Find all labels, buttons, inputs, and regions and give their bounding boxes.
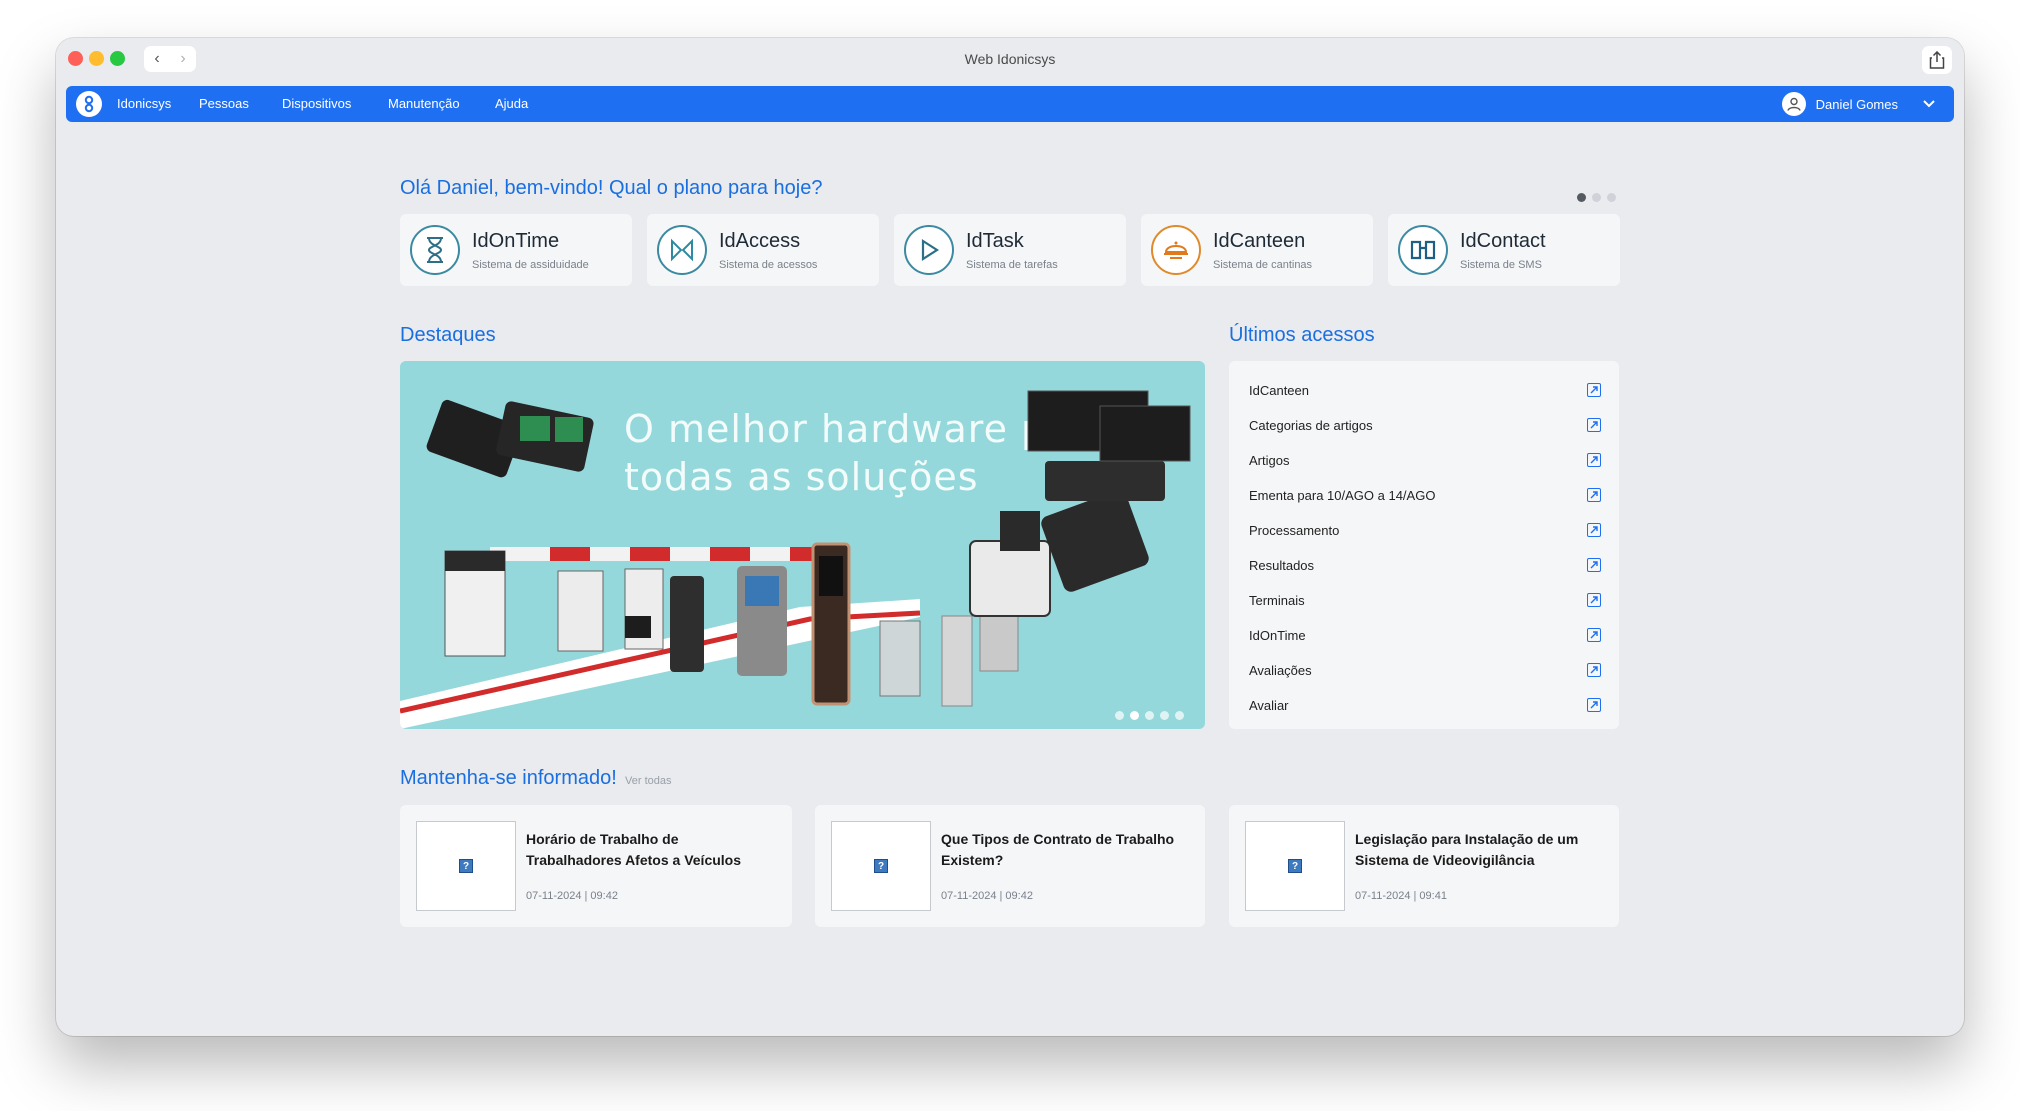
recent-item-label: Resultados <box>1249 557 1315 573</box>
user-avatar-icon <box>1781 92 1806 116</box>
news-thumbnail: ? <box>416 821 516 911</box>
hourglass-icon <box>410 225 460 275</box>
nav-item-ajuda[interactable]: Ajuda <box>495 96 528 111</box>
access-icon <box>657 225 707 275</box>
recent-access-heading: Últimos acessos <box>1229 324 1375 346</box>
app-name: IdOnTime <box>472 230 560 252</box>
news-title: Que Tipos de Contrato de Trabalho Existe… <box>941 831 1175 868</box>
app-subtitle: Sistema de SMS <box>1460 259 1542 271</box>
external-link-icon[interactable] <box>1587 453 1601 467</box>
highlights-banner[interactable]: O melhor hardware para todas as soluções <box>400 361 1205 729</box>
broken-image-icon: ? <box>1288 859 1302 873</box>
recent-item-label: Avaliações <box>1249 662 1312 678</box>
carousel-dot[interactable] <box>1160 711 1169 720</box>
news-thumbnail: ? <box>831 821 931 911</box>
nav-item-manutencao[interactable]: Manutenção <box>388 96 460 111</box>
external-link-icon[interactable] <box>1587 523 1601 537</box>
recent-item-label: IdCanteen <box>1249 382 1309 398</box>
news-date: 07-11-2024 | 09:42 <box>941 890 1033 902</box>
browser-window: ‹ › Web Idonicsys Idonicsys Pessoas Disp… <box>56 38 1964 1036</box>
recent-item[interactable]: Avaliações <box>1249 656 1601 684</box>
external-link-icon[interactable] <box>1587 558 1601 572</box>
news-date: 07-11-2024 | 09:42 <box>526 890 618 902</box>
user-menu[interactable]: Daniel Gomes <box>1781 91 1936 117</box>
title-bar: ‹ › Web Idonicsys <box>56 38 1964 84</box>
recent-item-label: IdOnTime <box>1249 627 1306 643</box>
recent-item[interactable]: IdCanteen <box>1249 376 1601 404</box>
recent-access-list: IdCanteen Categorias de artigos Artigos … <box>1229 361 1619 729</box>
app-card-idaccess[interactable]: IdAccess Sistema de acessos <box>647 214 879 286</box>
nav-item-pessoas[interactable]: Pessoas <box>199 96 249 111</box>
share-icon[interactable] <box>1922 46 1952 74</box>
highlights-heading: Destaques <box>400 324 496 346</box>
chevron-down-icon[interactable] <box>1922 99 1936 109</box>
carousel-dot[interactable] <box>1130 711 1139 720</box>
carousel-dot[interactable] <box>1145 711 1154 720</box>
external-link-icon[interactable] <box>1587 418 1601 432</box>
carousel-dot[interactable] <box>1592 193 1601 202</box>
app-card-idcontact[interactable]: IdContact Sistema de SMS <box>1388 214 1620 286</box>
carousel-dot[interactable] <box>1175 711 1184 720</box>
app-card-idcanteen[interactable]: IdCanteen Sistema de cantinas <box>1141 214 1373 286</box>
hardware-products-image <box>400 390 1191 729</box>
carousel-dot[interactable] <box>1577 193 1586 202</box>
news-card[interactable]: ? Que Tipos de Contrato de Trabalho Exis… <box>815 805 1205 927</box>
recent-item[interactable]: Processamento <box>1249 516 1601 544</box>
recent-item-label: Terminais <box>1249 592 1305 608</box>
play-icon <box>904 225 954 275</box>
app-subtitle: Sistema de tarefas <box>966 259 1058 271</box>
external-link-icon[interactable] <box>1587 698 1601 712</box>
recent-item-label: Ementa para 10/AGO a 14/AGO <box>1249 487 1436 503</box>
app-name: IdAccess <box>719 230 801 252</box>
recent-item-label: Avaliar <box>1249 697 1289 713</box>
news-date: 07-11-2024 | 09:41 <box>1355 890 1447 902</box>
nav-item-dispositivos[interactable]: Dispositivos <box>282 96 351 111</box>
external-link-icon[interactable] <box>1587 488 1601 502</box>
news-title: Legislação para Instalação de um Sistema… <box>1355 831 1579 868</box>
recent-item[interactable]: IdOnTime <box>1249 621 1601 649</box>
banner-carousel-dots <box>1115 711 1184 720</box>
external-link-icon[interactable] <box>1587 663 1601 677</box>
app-name: IdCanteen <box>1213 230 1306 252</box>
recent-item[interactable]: Ementa para 10/AGO a 14/AGO <box>1249 481 1601 509</box>
user-name: Daniel Gomes <box>1815 96 1898 112</box>
greeting-heading: Olá Daniel, bem-vindo! Qual o plano para… <box>400 177 823 199</box>
external-link-icon[interactable] <box>1587 628 1601 642</box>
nav-item-idonicsys[interactable]: Idonicsys <box>117 96 171 111</box>
news-card[interactable]: ? Legislação para Instalação de um Siste… <box>1229 805 1619 927</box>
recent-item[interactable]: Resultados <box>1249 551 1601 579</box>
app-subtitle: Sistema de assiduidade <box>472 259 589 271</box>
news-thumbnail: ? <box>1245 821 1345 911</box>
external-link-icon[interactable] <box>1587 593 1601 607</box>
external-link-icon[interactable] <box>1587 383 1601 397</box>
recent-item[interactable]: Artigos <box>1249 446 1601 474</box>
top-navigation: Idonicsys Pessoas Dispositivos Manutençã… <box>66 86 1954 122</box>
broken-image-icon: ? <box>874 859 888 873</box>
news-heading: Mantenha-se informado! <box>400 767 617 789</box>
apps-carousel-dots <box>1577 193 1616 202</box>
broken-image-icon: ? <box>459 859 473 873</box>
app-card-idontime[interactable]: IdOnTime Sistema de assiduidade <box>400 214 632 286</box>
carousel-dot[interactable] <box>1607 193 1616 202</box>
recent-item-label: Categorias de artigos <box>1249 417 1373 433</box>
app-card-idtask[interactable]: IdTask Sistema de tarefas <box>894 214 1126 286</box>
recent-item[interactable]: Avaliar <box>1249 691 1601 719</box>
carousel-dot[interactable] <box>1115 711 1124 720</box>
app-subtitle: Sistema de cantinas <box>1213 259 1313 271</box>
news-title: Horário de Trabalho de Trabalhadores Afe… <box>526 831 742 868</box>
recent-item-label: Artigos <box>1249 452 1290 468</box>
news-card[interactable]: ? Horário de Trabalho de Trabalhadores A… <box>400 805 792 927</box>
app-name: IdContact <box>1460 230 1546 252</box>
idonicsys-logo-icon[interactable] <box>76 91 102 117</box>
app-subtitle: Sistema de acessos <box>719 259 818 271</box>
app-name: IdTask <box>966 230 1024 252</box>
window-title: Web Idonicsys <box>964 51 1056 67</box>
recent-item-label: Processamento <box>1249 522 1340 538</box>
recent-item[interactable]: Terminais <box>1249 586 1601 614</box>
canteen-icon <box>1151 225 1201 275</box>
book-icon <box>1398 225 1448 275</box>
recent-item[interactable]: Categorias de artigos <box>1249 411 1601 439</box>
see-all-news-link[interactable]: Ver todas <box>625 775 671 787</box>
